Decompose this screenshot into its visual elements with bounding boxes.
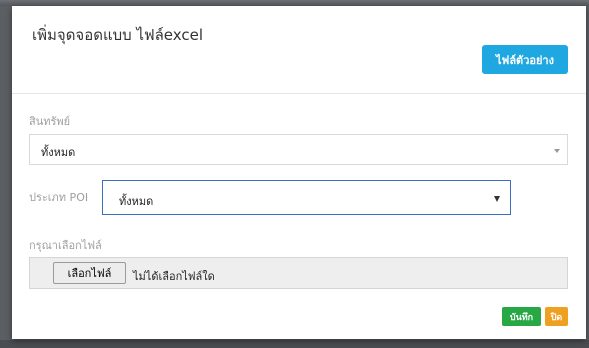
save-button[interactable]: บันทึก: [502, 307, 541, 326]
chevron-down-icon: [494, 196, 500, 202]
close-button[interactable]: ปิด: [545, 307, 568, 326]
poi-type-select[interactable]: ทั้งหมด: [102, 180, 511, 215]
asset-select-value: ทั้งหมด: [41, 146, 76, 159]
poi-type-select-value: ทั้งหมด: [119, 195, 154, 208]
asset-label: สินทรัพย์: [29, 115, 71, 128]
page-backdrop-bottom: [0, 340, 589, 348]
choose-file-button[interactable]: เลือกไฟล์: [53, 262, 126, 284]
file-status-text: ไม่ได้เลือกไฟล์ใด: [133, 270, 215, 283]
poi-type-label: ประเภท POI: [29, 191, 89, 204]
asset-select[interactable]: ทั้งหมด: [29, 134, 568, 165]
sample-file-button[interactable]: ไฟล์ตัวอย่าง: [482, 45, 568, 74]
chevron-down-icon: [554, 149, 560, 153]
import-excel-modal: เพิ่มจุดจอดแบบ ไฟล์excel ไฟล์ตัวอย่าง สิ…: [12, 6, 586, 339]
file-input: เลือกไฟล์ ไม่ได้เลือกไฟล์ใด: [29, 257, 568, 289]
file-label: กรุณาเลือกไฟล์: [29, 239, 102, 252]
modal-title: เพิ่มจุดจอดแบบ ไฟล์excel: [32, 26, 204, 44]
modal-header: เพิ่มจุดจอดแบบ ไฟล์excel ไฟล์ตัวอย่าง: [12, 6, 586, 94]
